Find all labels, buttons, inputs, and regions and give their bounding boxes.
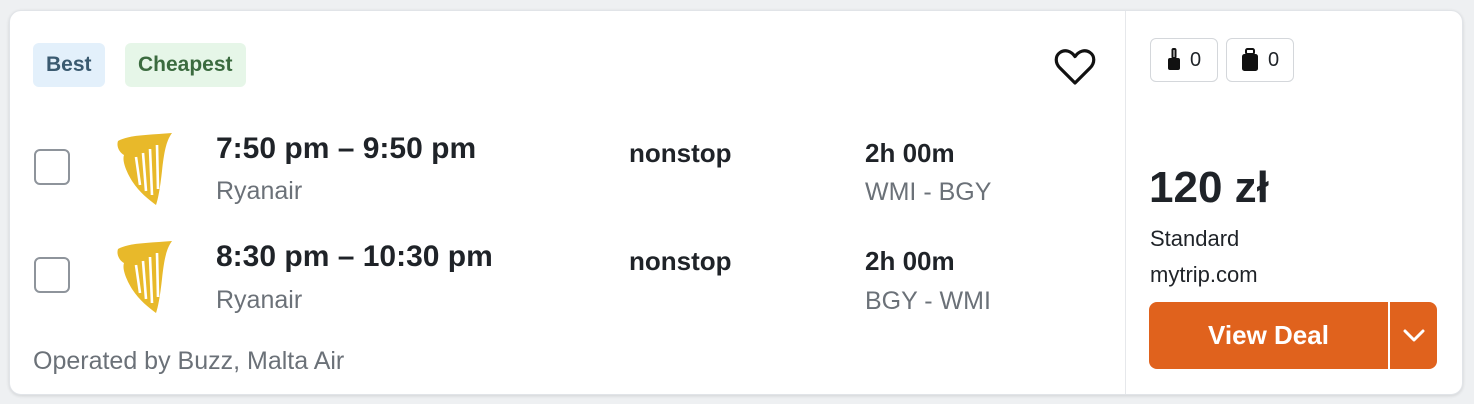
flight-1-stops: nonstop bbox=[629, 138, 732, 168]
flight-result-card: Best Cheapest 7:50 pm – 9:50 pm Ryanair … bbox=[9, 10, 1463, 395]
provider-name: mytrip.com bbox=[1150, 262, 1258, 287]
fare-type: Standard bbox=[1150, 226, 1240, 251]
flight-2-checkbox[interactable] bbox=[34, 257, 70, 293]
price: 120 zł bbox=[1149, 163, 1269, 212]
view-deal-button[interactable]: View Deal bbox=[1149, 302, 1388, 369]
cheapest-tag: Cheapest bbox=[125, 43, 246, 87]
carry-on-bag-badge[interactable]: 0 bbox=[1150, 38, 1218, 82]
carry-on-count: 0 bbox=[1189, 48, 1202, 71]
checked-bag-badge[interactable]: 0 bbox=[1226, 38, 1294, 82]
heart-icon[interactable] bbox=[1054, 47, 1096, 87]
best-tag: Best bbox=[33, 43, 105, 87]
operated-by-note: Operated by Buzz, Malta Air bbox=[33, 347, 345, 375]
checked-count: 0 bbox=[1267, 48, 1280, 71]
flight-1-checkbox[interactable] bbox=[34, 149, 70, 185]
flight-2-times: 8:30 pm – 10:30 pm bbox=[216, 240, 493, 273]
ryanair-logo bbox=[114, 239, 174, 315]
flight-1-duration: 2h 00m bbox=[865, 138, 955, 168]
flight-1-airline: Ryanair bbox=[216, 177, 303, 205]
flight-1-route: WMI - BGY bbox=[865, 178, 992, 206]
flight-2-airline: Ryanair bbox=[216, 286, 303, 314]
more-deals-dropdown-button[interactable] bbox=[1390, 302, 1437, 369]
flight-2-duration: 2h 00m bbox=[865, 246, 955, 276]
flight-2-stops: nonstop bbox=[629, 246, 732, 276]
carry-on-bag-icon bbox=[1167, 48, 1180, 70]
ryanair-logo bbox=[114, 131, 174, 207]
flight-2-route: BGY - WMI bbox=[865, 287, 991, 315]
chevron-down-icon bbox=[1403, 329, 1424, 341]
section-divider bbox=[1125, 11, 1126, 394]
flight-1-times: 7:50 pm – 9:50 pm bbox=[216, 132, 477, 165]
checked-bag-icon bbox=[1241, 48, 1258, 71]
